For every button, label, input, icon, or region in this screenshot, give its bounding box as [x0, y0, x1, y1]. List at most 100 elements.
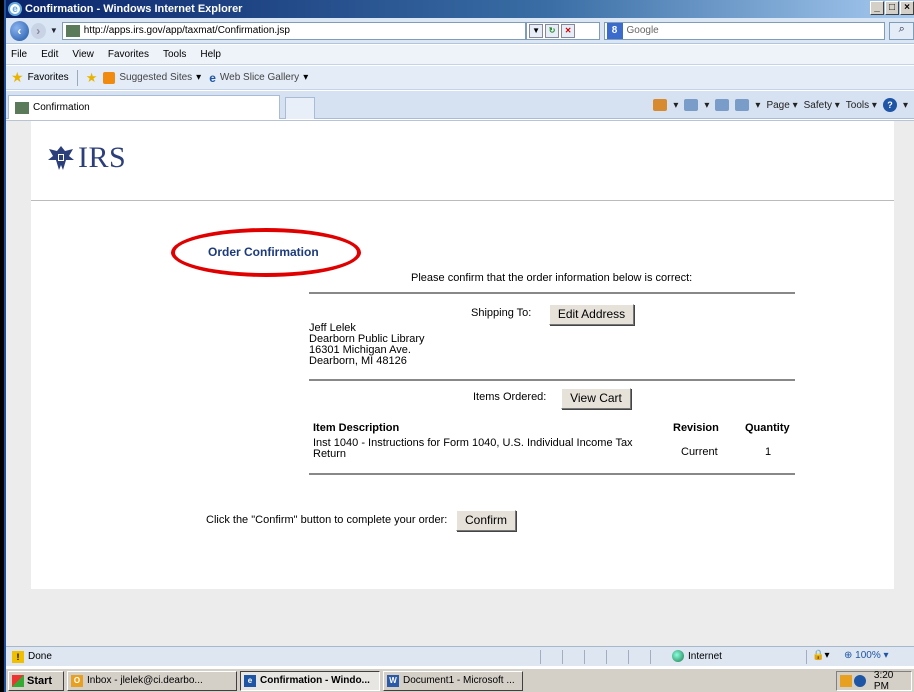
irs-logo[interactable]: IRS — [46, 141, 126, 175]
content-area: IRS Order Confirmation Please confirm th… — [6, 120, 914, 646]
view-cart-button[interactable]: View Cart — [561, 388, 631, 409]
confirm-instructions: Click the "Confirm" button to complete y… — [206, 514, 448, 526]
taskbar-item-word[interactable]: W Document1 - Microsoft ... — [383, 670, 523, 691]
suggested-sites-dropdown-icon[interactable]: ▾ — [196, 72, 201, 83]
favorites-star-icon: ★ — [11, 69, 24, 85]
clock[interactable]: 3:20 PM — [874, 670, 911, 692]
confirm-button[interactable]: Confirm — [456, 510, 516, 531]
menu-help[interactable]: Help — [200, 49, 221, 60]
order-confirmation-title: Order Confirmation — [208, 245, 319, 259]
system-tray: 3:20 PM — [836, 670, 912, 692]
ie-icon: e — [244, 674, 256, 687]
shipping-address: Jeff Lelek Dearborn Public Library 16301… — [309, 323, 425, 367]
page-menu[interactable]: Page ▾ — [766, 100, 797, 111]
favorites-button[interactable]: Favorites — [28, 72, 69, 83]
address-line: Dearborn, MI 48126 — [309, 355, 407, 367]
security-zone: Internet — [672, 650, 722, 662]
new-tab-button[interactable] — [285, 97, 315, 119]
status-divider — [540, 650, 541, 664]
status-divider — [584, 650, 585, 664]
item-description: Inst 1040 - Instructions for Form 1040, … — [313, 437, 633, 460]
menu-favorites[interactable]: Favorites — [108, 49, 149, 60]
taskbar-item-ie[interactable]: e Confirmation - Windo... — [240, 670, 380, 691]
status-divider — [650, 650, 651, 664]
irs-page: IRS Order Confirmation Please confirm th… — [31, 121, 894, 589]
command-bar: ▾ ▾ ▾ Page ▾ Safety ▾ Tools ▾ ? ▾ — [653, 98, 908, 112]
web-slice-dropdown-icon[interactable]: ▾ — [303, 72, 308, 83]
menu-tools[interactable]: Tools — [163, 49, 186, 60]
suggested-sites-link[interactable]: Suggested Sites — [119, 72, 192, 83]
tab-favicon-icon — [15, 101, 29, 114]
home-icon[interactable] — [653, 99, 668, 111]
home-dropdown-icon[interactable]: ▾ — [673, 100, 678, 111]
maximize-button[interactable]: □ — [885, 1, 899, 15]
print-dropdown-icon[interactable]: ▾ — [755, 100, 760, 111]
taskbar-item-label: Inbox - jlelek@ci.dearbo... — [87, 675, 203, 686]
zone-label: Internet — [688, 650, 722, 662]
feeds-icon[interactable] — [684, 99, 699, 111]
item-revision: Current — [681, 446, 718, 458]
edit-address-button[interactable]: Edit Address — [549, 304, 634, 325]
word-icon: W — [387, 674, 399, 687]
protected-mode-icon[interactable]: 🔒▾ — [812, 650, 829, 661]
status-divider — [806, 650, 807, 664]
web-slice-gallery-link[interactable]: Web Slice Gallery — [220, 72, 299, 83]
start-label: Start — [27, 674, 53, 687]
start-button[interactable]: Start — [8, 670, 64, 691]
menu-view[interactable]: View — [72, 49, 94, 60]
add-to-favorites-icon[interactable]: ★ — [86, 70, 98, 86]
stop-icon[interactable]: ✕ — [561, 23, 576, 38]
forward-button[interactable]: › — [30, 22, 46, 39]
tab-label: Confirmation — [33, 102, 90, 113]
irs-eagle-icon — [48, 146, 74, 170]
mail-icon[interactable] — [715, 99, 730, 111]
status-divider — [562, 650, 563, 664]
search-button[interactable]: ⌕ — [889, 21, 914, 40]
search-placeholder: Google — [626, 25, 659, 36]
navigation-bar: ‹ › ▼ http://apps.irs.gov/app/taxmat/Con… — [6, 18, 914, 44]
outlook-tray-icon[interactable] — [840, 675, 852, 687]
tools-menu[interactable]: Tools ▾ — [846, 100, 877, 111]
section-divider — [309, 473, 795, 475]
status-bar: ! Done Internet 🔒▾ ⊕ 100% ▾ — [6, 646, 914, 666]
feeds-dropdown-icon[interactable]: ▾ — [704, 100, 709, 111]
recent-pages-dropdown[interactable]: ▼ — [50, 26, 58, 35]
status-divider — [606, 650, 607, 664]
irs-logo-text: IRS — [78, 141, 127, 174]
window-title: Confirmation - Windows Internet Explorer — [25, 3, 243, 15]
search-input[interactable]: 8 Google — [603, 21, 886, 40]
close-button[interactable]: × — [900, 1, 914, 15]
messenger-tray-icon[interactable] — [853, 675, 866, 687]
items-ordered-label: Items Ordered: — [473, 391, 547, 403]
menu-file[interactable]: File — [11, 49, 27, 60]
help-icon[interactable]: ? — [882, 98, 897, 112]
status-divider — [628, 650, 629, 664]
taskbar: Start O Inbox - jlelek@ci.dearbo... e Co… — [6, 667, 914, 692]
site-favicon-icon — [65, 24, 80, 37]
warning-icon: ! — [12, 650, 24, 663]
windows-flag-icon — [12, 674, 24, 687]
item-description-header: Item Description — [313, 422, 400, 434]
search-engine-icon: 8 — [606, 22, 623, 39]
print-icon[interactable] — [735, 99, 750, 111]
favorites-divider — [76, 69, 78, 86]
menu-edit[interactable]: Edit — [41, 49, 58, 60]
zoom-control[interactable]: ⊕ 100% ▾ — [844, 650, 889, 661]
suggested-sites-icon — [103, 71, 116, 84]
refresh-icon[interactable]: ↻ — [545, 23, 560, 38]
internet-globe-icon — [672, 650, 684, 662]
safety-menu[interactable]: Safety ▾ — [804, 100, 840, 111]
address-url: http://apps.irs.gov/app/taxmat/Confirmat… — [83, 25, 290, 36]
item-quantity: 1 — [765, 446, 772, 458]
back-button[interactable]: ‹ — [10, 20, 29, 41]
address-controls: ▼ ↻ ✕ — [526, 21, 600, 40]
quantity-header: Quantity — [745, 422, 790, 434]
minimize-button[interactable]: _ — [870, 1, 884, 15]
address-bar[interactable]: http://apps.irs.gov/app/taxmat/Confirmat… — [61, 21, 527, 40]
web-slice-icon: e — [209, 70, 216, 85]
zoom-icon: ⊕ — [844, 650, 853, 661]
taskbar-item-outlook[interactable]: O Inbox - jlelek@ci.dearbo... — [67, 670, 237, 691]
help-dropdown-icon[interactable]: ▾ — [903, 100, 908, 111]
tab-confirmation[interactable]: Confirmation — [8, 95, 280, 119]
address-dropdown-icon[interactable]: ▼ — [529, 23, 544, 38]
